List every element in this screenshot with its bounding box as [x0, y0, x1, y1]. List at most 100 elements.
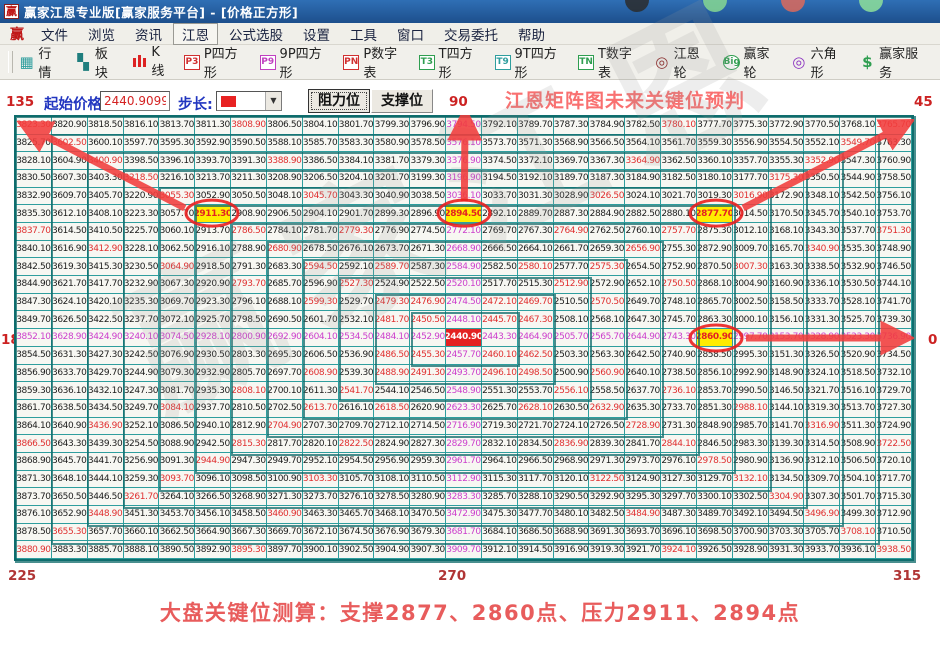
matrix-cell: 3175.30 [769, 170, 805, 188]
matrix-cell: 2568.10 [589, 311, 625, 329]
matrix-cell: 2541.70 [339, 382, 375, 400]
matrix-cell: 2688.10 [267, 294, 303, 312]
matrix-cell: 2793.70 [231, 276, 267, 294]
matrix-cell: 3091.30 [159, 453, 195, 471]
toolbar-button-江恩轮[interactable]: ◎江恩轮 [654, 43, 709, 81]
matrix-cell: 3900.10 [303, 541, 339, 559]
matrix-cell: 2620.90 [410, 400, 446, 418]
menu-item-浏览[interactable]: 浏览 [79, 23, 124, 45]
matrix-cell: 2565.70 [589, 329, 625, 347]
menu-item-工具[interactable]: 工具 [341, 23, 386, 45]
toolbar-button-P数字表[interactable]: PNP数字表 [343, 43, 406, 81]
matrix-cell: 3660.10 [124, 524, 160, 542]
start-price-input[interactable] [100, 91, 170, 111]
toolbar-button-行情[interactable]: ▦行情 [19, 43, 62, 81]
matrix-cell: 2529.70 [339, 294, 375, 312]
toolbar-button-T四方形[interactable]: T3T四方形 [419, 43, 482, 81]
chevron-down-icon[interactable]: ▼ [265, 92, 281, 110]
matrix-cell: 3050.50 [231, 188, 267, 206]
matrix-cell: 2846.50 [697, 435, 733, 453]
step-dropdown[interactable]: ▼ [216, 91, 282, 111]
toolbar-button-赢家轮[interactable]: Big赢家轮 [723, 43, 778, 81]
matrix-cell: 2455.30 [410, 347, 446, 365]
matrix-cell: 3424.90 [88, 329, 124, 347]
matrix-cell: 3244.90 [124, 365, 160, 383]
matrix-cell: 2923.30 [195, 294, 231, 312]
menu-item-江恩[interactable]: 江恩 [173, 23, 218, 45]
matrix-cell: 3415.30 [88, 258, 124, 276]
resistance-button[interactable]: 阻力位 [308, 89, 370, 113]
matrix-cell: 3127.30 [661, 471, 697, 489]
angle-label-225: 225 [8, 568, 36, 584]
matrix-cell: 3837.70 [16, 223, 52, 241]
matrix-cell: 2839.30 [589, 435, 625, 453]
toolbar-button-P四方形[interactable]: P3P四方形 [184, 43, 247, 81]
toolbar-button-赢家服务[interactable]: $赢家服务 [859, 43, 927, 81]
menu-item-设置[interactable]: 设置 [294, 23, 339, 45]
matrix-cell: 2798.50 [231, 311, 267, 329]
toolbar-button-9T四方形[interactable]: T99T四方形 [495, 43, 565, 81]
matrix-cell: 2757.70 [661, 223, 697, 241]
matrix-cell: 2870.50 [697, 258, 733, 276]
matrix-cell: 3624.10 [52, 294, 88, 312]
matrix-cell: 2769.70 [482, 223, 518, 241]
matrix-cell: 2630.50 [554, 400, 590, 418]
matrix-cell: 3655.30 [52, 524, 88, 542]
matrix-cell: 3770.50 [804, 117, 840, 135]
matrix-cell: 2841.70 [625, 435, 661, 453]
matrix-cell: 3883.30 [52, 541, 88, 559]
toolbar-button-T数字表[interactable]: TNT数字表 [578, 43, 641, 81]
matrix-cell: 3028.90 [554, 188, 590, 206]
toolbar-button-K线[interactable]: K线 [132, 45, 171, 79]
support-button[interactable]: 支撑位 [371, 89, 433, 113]
matrix-cell: 3638.50 [52, 400, 88, 418]
menu-item-文件[interactable]: 文件 [32, 23, 77, 45]
matrix-cell: 3849.70 [16, 311, 52, 329]
matrix-cell: 2748.10 [661, 294, 697, 312]
matrix-cell: 2445.70 [482, 311, 518, 329]
matrix-cell: 3578.50 [410, 135, 446, 153]
matrix-cell: 3729.70 [876, 382, 912, 400]
menu-item-公式选股[interactable]: 公式选股 [220, 23, 292, 45]
matrix-cell: 2856.10 [697, 365, 733, 383]
matrix-cell: 3722.50 [876, 435, 912, 453]
matrix-cell: 3247.30 [124, 382, 160, 400]
matrix-cell: 3736.90 [876, 329, 912, 347]
matrix-cell: 2988.10 [733, 400, 769, 418]
menu-item-资讯[interactable]: 资讯 [126, 23, 171, 45]
menu-item-窗口[interactable]: 窗口 [388, 23, 433, 45]
menu-item-帮助[interactable]: 帮助 [509, 23, 554, 45]
matrix-cell: 3888.10 [124, 541, 160, 559]
matrix-cell: 3672.10 [303, 524, 339, 542]
matrix-cell: 2817.70 [267, 435, 303, 453]
T3-icon: T3 [419, 55, 435, 70]
matrix-cell: 3919.30 [589, 541, 625, 559]
matrix-cell: 2611.30 [303, 382, 339, 400]
matrix-cell: 3484.90 [625, 506, 661, 524]
matrix-cell: 2472.10 [482, 294, 518, 312]
matrix-cell: 3590.50 [231, 135, 267, 153]
matrix-cell: 2918.50 [195, 258, 231, 276]
matrix-cell: 2971.30 [589, 453, 625, 471]
matrix-cell: 3002.50 [733, 294, 769, 312]
menu-item-交易委托[interactable]: 交易委托 [435, 23, 507, 45]
matrix-cell: 3136.90 [769, 453, 805, 471]
matrix-cell: 2906.50 [267, 205, 303, 223]
matrix-cell: 3506.50 [840, 453, 876, 471]
matrix-cell: 3036.10 [446, 188, 482, 206]
toolbar-button-板块[interactable]: ▚板块 [75, 43, 118, 81]
matrix-cell: 3748.90 [876, 241, 912, 259]
toolbar-button-9P四方形[interactable]: P99P四方形 [260, 43, 330, 81]
matrix-cell: 2812.90 [231, 418, 267, 436]
matrix-cell: 3835.30 [16, 205, 52, 223]
menu-bar: 赢 文件浏览资讯江恩公式选股设置工具窗口交易委托帮助 [0, 23, 940, 45]
matrix-cell: 3189.70 [554, 170, 590, 188]
toolbar-button-六角形[interactable]: ◎六角形 [791, 43, 846, 81]
matrix-cell: 3031.30 [518, 188, 554, 206]
matrix-cell: 3213.70 [195, 170, 231, 188]
matrix-cell: 3016.90 [733, 188, 769, 206]
matrix-cell: 2788.90 [231, 241, 267, 259]
matrix-cell: 3513.70 [840, 400, 876, 418]
matrix-cell: 2474.50 [446, 294, 482, 312]
app-window: 赢 赢家江恩专业版[赢家服务平台] - [价格正方形] 赢 文件浏览资讯江恩公式… [0, 0, 940, 646]
